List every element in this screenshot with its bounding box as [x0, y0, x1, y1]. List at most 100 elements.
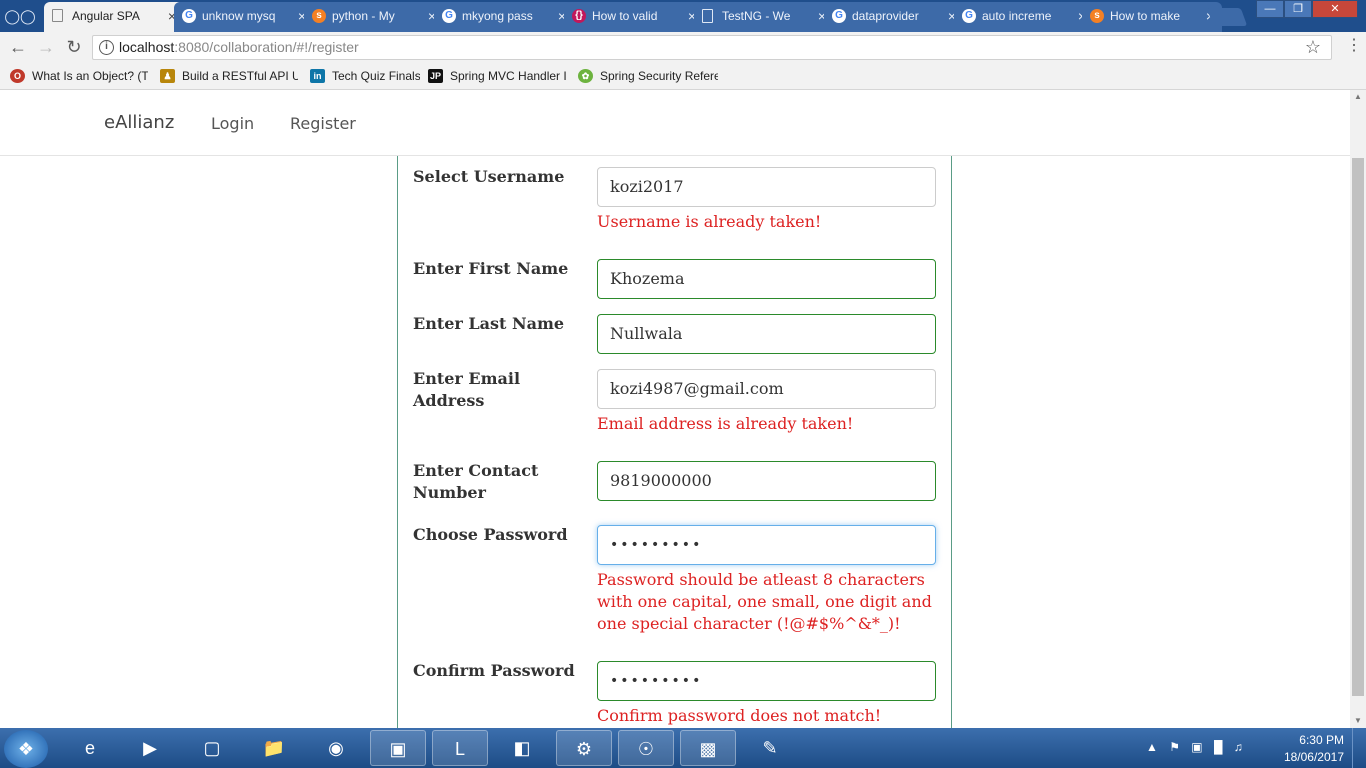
file-explorer-icon[interactable]: 📁	[246, 730, 302, 766]
tab-title: Angular SPA	[72, 9, 140, 23]
last-name-label: Enter Last Name	[413, 314, 565, 333]
bookmark-item[interactable]: O What Is an Object? (Th	[10, 67, 148, 85]
tab-title: unknow mysql	[202, 9, 276, 23]
confirm-password-input[interactable]: •••••••••	[597, 661, 936, 701]
back-arrow-icon[interactable]: ←	[6, 36, 30, 58]
bookmark-star-icon[interactable]: ☆	[1305, 36, 1321, 59]
new-tab-button[interactable]	[1206, 8, 1248, 26]
nav-login-link[interactable]: Login	[211, 114, 254, 133]
username-label: Select Username	[413, 167, 565, 186]
windows-logo-icon: ❖	[17, 739, 35, 759]
password-input[interactable]: •••••••••	[597, 525, 936, 565]
page-scrollbar[interactable]: ▲ ▼	[1350, 90, 1366, 728]
tab-title: python - My	[332, 9, 395, 23]
paint-icon[interactable]: ✎	[742, 730, 798, 766]
bookmark-label: What Is an Object? (Th	[32, 69, 148, 83]
linkedin-icon: in	[310, 69, 325, 83]
lync-icon[interactable]: L	[432, 730, 488, 766]
tab-title: dataprovider	[852, 9, 919, 23]
firefox-icon[interactable]: ◉	[308, 730, 364, 766]
windows-taskbar: ❖ e ▶ ▢ 📁 ◉ ▣ L ◧ ⚙ ☉ ▩ ✎ ▲ ⚑ ▣ █ ♫ 6:30…	[0, 728, 1366, 768]
scroll-up-arrow-icon[interactable]: ▲	[1350, 90, 1366, 104]
clock-time[interactable]: 6:30 PM	[1299, 733, 1344, 747]
start-button[interactable]: ❖	[4, 730, 48, 768]
password-label: Choose Password	[413, 525, 568, 544]
url-host: localhost	[119, 39, 175, 55]
sticky-notes-icon[interactable]: ◧	[494, 730, 550, 766]
register-form: Select Username kozi2017 Username is alr…	[397, 156, 952, 728]
username-error: Username is already taken!	[597, 212, 822, 231]
confirm-password-error: Confirm password does not match!	[597, 706, 882, 725]
google-icon: G	[962, 9, 976, 23]
person-icon: ♟	[160, 69, 175, 83]
bookmark-label: Spring MVC Handler I	[450, 69, 566, 83]
bookmark-label: Tech Quiz Finals	[332, 69, 420, 83]
scroll-down-arrow-icon[interactable]: ▼	[1350, 714, 1366, 728]
system-tray: ▲ ⚑ ▣ █ ♫ 6:30 PM 18/06/2017	[1146, 728, 1366, 768]
restore-icon[interactable]: ❐	[1284, 0, 1312, 18]
incognito-user-icon[interactable]: ◯◯	[2, 3, 38, 29]
bookmark-label: Build a RESTful API Us	[182, 69, 298, 83]
tab-dataprovider[interactable]: G dataprovider ×	[824, 2, 964, 32]
tab-how-to-valid[interactable]: {} How to valid ×	[564, 2, 704, 32]
stackoverflow-icon: s	[1090, 9, 1104, 23]
google-icon: G	[442, 9, 456, 23]
chrome-icon[interactable]: ☉	[618, 730, 674, 766]
reload-icon[interactable]: ↻	[62, 36, 86, 58]
java-ee-ide-icon[interactable]: ⚙	[556, 730, 612, 766]
nav-register-link[interactable]: Register	[290, 114, 356, 133]
confirm-password-label: Confirm Password	[413, 661, 575, 680]
tab-mkyong-pass[interactable]: G mkyong pass ×	[434, 2, 574, 32]
browser-menu-icon[interactable]: ⋮	[1346, 36, 1362, 58]
bookmarks-bar: O What Is an Object? (Th ♟ Build a RESTf…	[0, 62, 1366, 90]
media-player-icon[interactable]: ▶	[122, 730, 178, 766]
stackoverflow-icon: s	[312, 9, 326, 23]
show-desktop-button[interactable]	[1352, 728, 1366, 768]
browser-toolbar: ← → ↻ i localhost:8080/collaboration/#!/…	[0, 32, 1366, 62]
tab-title: auto increme	[982, 9, 1052, 23]
address-bar[interactable]: i localhost:8080/collaboration/#!/regist…	[92, 35, 1332, 60]
tab-auto-increme[interactable]: G auto increme ×	[954, 2, 1094, 32]
email-input[interactable]: kozi4987@gmail.com	[597, 369, 936, 409]
spring-leaf-icon: ✿	[578, 69, 593, 83]
info-icon[interactable]: i	[99, 40, 114, 55]
window-icon[interactable]: ▢	[184, 730, 240, 766]
oracle-icon: O	[10, 69, 25, 83]
minimize-icon[interactable]: —	[1256, 0, 1284, 18]
last-name-input[interactable]: Nullwala	[597, 314, 936, 354]
contact-label: Enter Contact Number	[413, 461, 539, 502]
window-close-icon[interactable]: ✕	[1312, 0, 1358, 18]
internet-explorer-icon[interactable]: e	[62, 730, 118, 766]
google-icon: G	[832, 9, 846, 23]
tab-title: How to valid	[592, 9, 658, 23]
tab-title: How to make	[1110, 9, 1181, 23]
mysql-icon[interactable]: ▩	[680, 730, 736, 766]
username-input[interactable]: kozi2017	[597, 167, 936, 207]
email-label: Enter Email Address	[413, 369, 521, 410]
tab-testng[interactable]: TestNG - We ×	[694, 2, 834, 32]
forward-arrow-icon[interactable]: →	[34, 36, 58, 58]
site-navbar: eAllianz Login Register	[0, 90, 1350, 156]
brand-link[interactable]: eAllianz	[104, 112, 174, 133]
remote-desktop-icon[interactable]: ▣	[370, 730, 426, 766]
first-name-input[interactable]: Khozema	[597, 259, 936, 299]
bookmark-item[interactable]: in Tech Quiz Finals	[310, 67, 420, 85]
tab-unknow-mysql[interactable]: G unknow mysql ×	[174, 2, 314, 32]
clock-date[interactable]: 18/06/2017	[1284, 750, 1344, 764]
window-controls: — ❐ ✕	[1256, 0, 1358, 18]
bookmark-item[interactable]: JP Spring MVC Handler I	[428, 67, 566, 85]
page-viewport: eAllianz Login Register Select Username …	[0, 90, 1350, 728]
page-icon	[702, 9, 713, 23]
scroll-thumb[interactable]	[1352, 158, 1364, 696]
tab-angular-spa[interactable]: Angular SPA ×	[44, 2, 184, 32]
first-name-label: Enter First Name	[413, 259, 569, 278]
tray-icons[interactable]: ▲ ⚑ ▣ █ ♫	[1146, 740, 1247, 754]
google-icon: G	[182, 9, 196, 23]
bookmark-label: Spring Security Refere	[600, 69, 718, 83]
tab-how-to-make[interactable]: s How to make ×	[1082, 2, 1222, 32]
bookmark-item[interactable]: ✿ Spring Security Refere	[578, 67, 718, 85]
password-error: Password should be atleast 8 characters …	[597, 570, 932, 633]
bookmark-item[interactable]: ♟ Build a RESTful API Us	[160, 67, 298, 85]
contact-input[interactable]: 9819000000	[597, 461, 936, 501]
tab-python[interactable]: s python - My ×	[304, 2, 444, 32]
